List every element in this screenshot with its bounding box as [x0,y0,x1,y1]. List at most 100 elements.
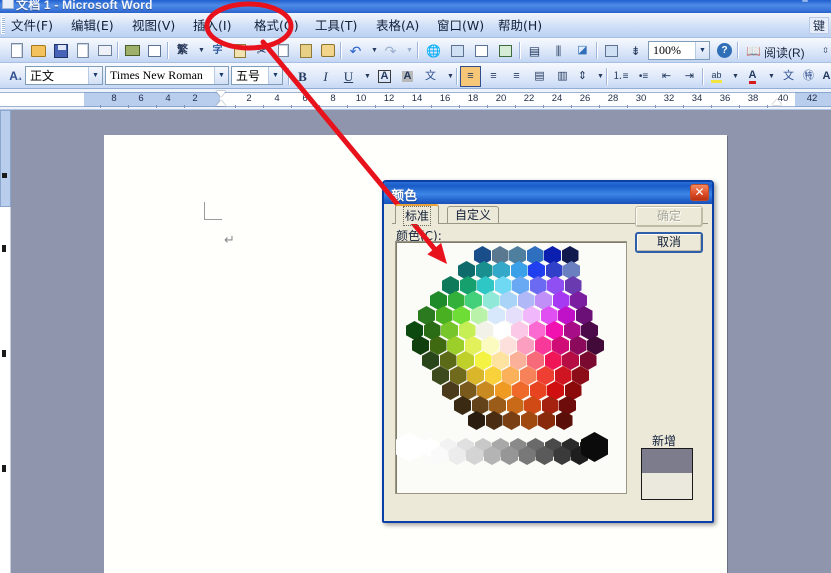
ok-button[interactable]: 确定 [635,206,703,227]
toolbar-separator [596,42,597,59]
menu-item-file[interactable]: 文件(F) [6,16,58,35]
font-size-combo[interactable]: 五号 ▼ [231,66,283,85]
show-hide-marks-icon[interactable] [601,40,622,61]
menu-item-view[interactable]: 视图(V) [127,16,180,35]
horizontal-ruler[interactable]: 8 6 4 2 2 4 6 8 10 12 14 16 18 20 22 24 … [0,89,831,110]
spell-check-icon[interactable]: 字 [207,40,228,61]
tables-and-borders-icon[interactable] [447,40,468,61]
reading-layout-icon[interactable]: 📖 [743,40,764,61]
title-bar: 文档 1 - Microsoft Word – [0,0,831,13]
print-preview-icon[interactable] [144,40,165,61]
color-swatch[interactable] [555,411,573,430]
align-left-icon[interactable]: ≡ [460,66,481,87]
menu-item-window[interactable]: 窗口(W) [432,16,489,35]
underline-icon[interactable]: U [338,66,359,87]
columns-icon[interactable]: ▤ [524,40,545,61]
menu-item-help[interactable]: 帮助(H) [493,16,547,35]
menu-item-insert[interactable]: 插入(I) [188,16,236,35]
window-title: 文档 1 - Microsoft Word [16,0,153,12]
menu-bar-grip[interactable] [1,17,5,34]
cut-icon[interactable]: ✂ [251,40,272,61]
italic-icon[interactable]: I [315,66,336,87]
permission-icon[interactable] [72,40,93,61]
minimize-button[interactable]: – [802,0,815,7]
traditional-chinese-icon[interactable]: 繁 [172,40,193,61]
pinyin-icon[interactable]: 文 [778,66,799,87]
tab-standard-label: 标准 [403,206,432,226]
insert-hyperlink-icon[interactable]: 🌐 [423,40,444,61]
chevron-down-icon[interactable]: ▼ [695,42,709,59]
color-hexagon-well[interactable] [395,241,627,494]
style-combo[interactable]: 正文 ▼ [25,66,103,85]
increase-indent-icon[interactable]: ⇥ [679,66,700,87]
reading-layout-label[interactable]: 阅读(R) [764,44,805,61]
bullets-icon[interactable]: •≡ [633,66,654,87]
insert-table-icon[interactable] [471,40,492,61]
reveal-formatting-icon[interactable]: ⇟ [625,40,646,61]
rail-marker [2,245,6,252]
email-icon[interactable] [94,40,115,61]
undo-icon[interactable]: ↶ [345,40,366,61]
decrease-indent-icon[interactable]: ⇤ [656,66,677,87]
research-icon[interactable] [229,40,250,61]
ruler-tick: 32 [663,93,675,104]
print-icon[interactable] [122,40,143,61]
character-border-icon[interactable]: A [374,66,395,87]
chevron-down-icon[interactable]: ▼ [214,67,228,84]
menu-item-format[interactable]: 格式(O) [249,16,304,35]
grow-font-icon[interactable]: A [816,66,831,87]
save-icon[interactable] [50,40,71,61]
color-swatch[interactable] [485,411,503,430]
rail-selection-block[interactable] [0,110,11,207]
phonetic-dropdown-icon[interactable]: ▼ [440,66,461,87]
color-swatch[interactable] [538,411,555,430]
first-line-indent-marker[interactable] [216,91,226,97]
color-hexagon-grid[interactable] [396,242,628,495]
help-icon[interactable]: ? [714,40,735,61]
new-document-icon[interactable] [6,40,27,61]
highlight-icon[interactable]: ab [706,66,727,87]
zoom-combo[interactable]: 100% ▼ [648,41,710,60]
tab-custom[interactable]: 自定义 [447,206,500,224]
white-color-hexagon[interactable] [396,432,423,462]
phonetic-guide-icon[interactable]: 文 [420,66,441,87]
color-swatch[interactable] [503,411,520,430]
color-swatch[interactable] [520,411,538,430]
styles-and-formatting-icon[interactable]: A₄ [5,65,26,86]
align-right-icon[interactable]: ≡ [506,66,527,87]
ruler-left-margin [84,92,220,107]
redo-icon[interactable]: ↷ [380,40,401,61]
close-icon[interactable]: ✕ [690,184,709,201]
cancel-button[interactable]: 取消 [635,232,703,253]
menu-item-edit[interactable]: 编辑(E) [66,16,119,35]
copy-icon[interactable] [273,40,294,61]
color-swatch[interactable] [468,411,485,430]
font-combo[interactable]: Times New Roman ▼ [105,66,229,85]
format-painter-icon[interactable] [317,40,338,61]
hanging-indent-marker[interactable] [216,100,226,106]
font-color-icon[interactable]: A [742,66,763,87]
distribute-icon[interactable]: ▥ [552,66,573,87]
menu-item-table[interactable]: 表格(A) [371,16,424,35]
tab-stop-marker[interactable] [772,99,782,105]
toolbar-options-icon[interactable]: ⇳ [815,40,831,61]
insert-excel-sheet-icon[interactable] [495,40,516,61]
color-dialog[interactable]: 颜色 ✕ 标准 自定义 颜色(C): 确定 取消 新增 [382,180,714,523]
align-center-icon[interactable]: ≡ [483,66,504,87]
document-map-icon[interactable]: ◪ [572,40,593,61]
line-spacing-dropdown-icon[interactable]: ▼ [590,66,611,87]
type-a-question-box[interactable]: 键 [808,17,829,34]
drawing-icon[interactable]: ⫼ [548,40,569,61]
tab-standard[interactable]: 标准 [395,204,440,226]
character-shading-icon[interactable]: A [397,66,418,87]
formatting-toolbar: A₄ 正文 ▼ Times New Roman ▼ 五号 ▼ B I U ▼ A… [0,63,831,89]
menu-item-tools[interactable]: 工具(T) [310,16,362,35]
justify-icon[interactable]: ▤ [529,66,550,87]
paste-icon[interactable] [295,40,316,61]
chevron-down-icon[interactable]: ▼ [268,67,282,84]
chevron-down-icon[interactable]: ▼ [88,67,102,84]
open-folder-icon[interactable] [28,40,49,61]
numbering-icon[interactable]: ⒈≡ [610,66,631,87]
ruler-tick: 28 [607,93,619,104]
bold-icon[interactable]: B [292,66,313,87]
